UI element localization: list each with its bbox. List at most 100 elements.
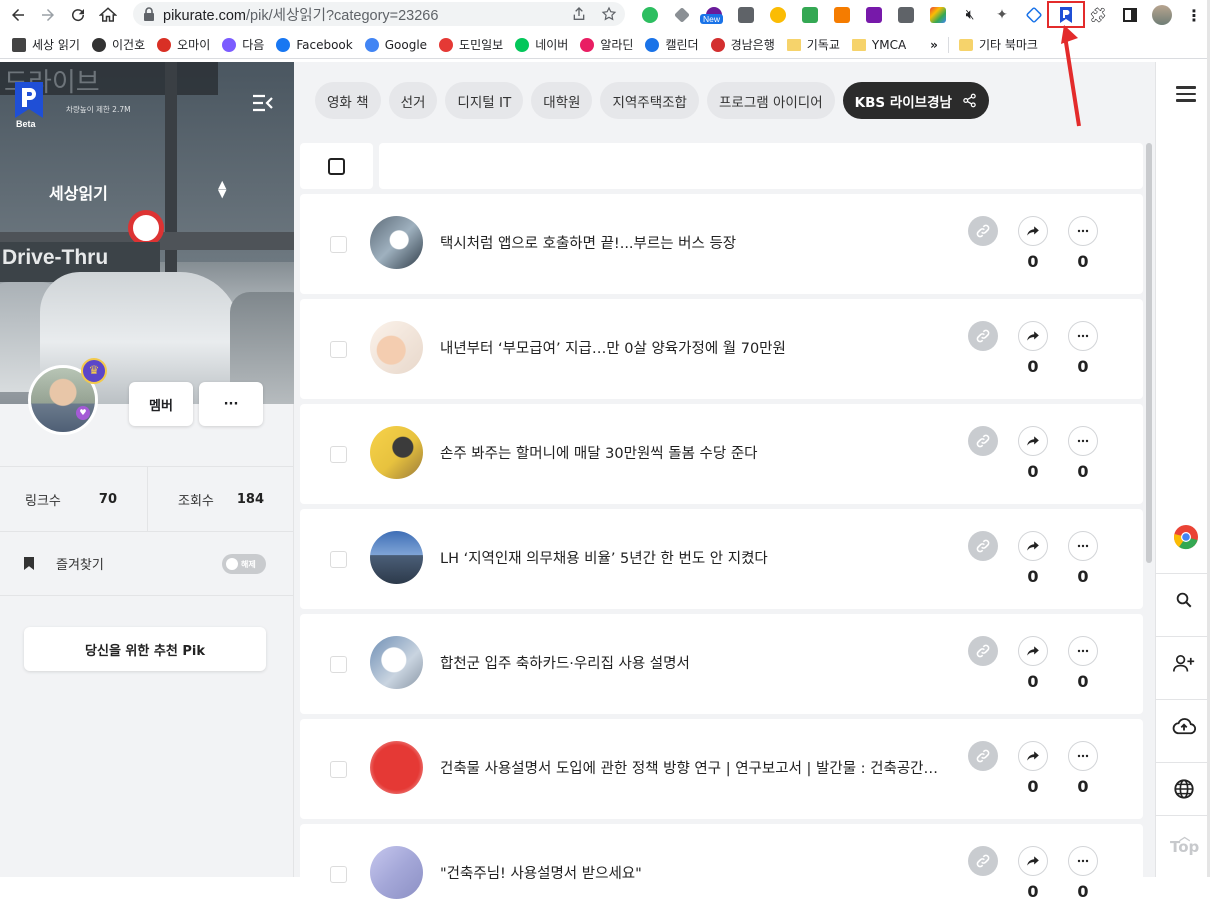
bookmark-item[interactable]: YMCA xyxy=(846,33,912,57)
keep-extension[interactable] xyxy=(762,0,794,30)
share-page-icon[interactable] xyxy=(571,6,587,22)
link-title[interactable]: 손주 봐주는 할머니에 매달 30만원씩 돌봄 수당 준다 xyxy=(440,442,940,463)
sidebar-collapse-button[interactable] xyxy=(252,94,274,112)
link-item[interactable]: 손주 봐주는 할머니에 매달 30만원씩 돌봄 수당 준다 0 0 xyxy=(300,404,1143,504)
bird-extension[interactable]: ✦ xyxy=(986,0,1018,30)
comment-button[interactable] xyxy=(1068,216,1098,246)
copy-link-button[interactable] xyxy=(968,321,998,351)
copy-link-button[interactable] xyxy=(968,741,998,771)
item-checkbox[interactable] xyxy=(330,761,347,778)
item-checkbox[interactable] xyxy=(330,866,347,883)
layers-extension[interactable] xyxy=(1018,0,1050,30)
link-title[interactable]: 합천군 입주 축하카드·우리집 사용 설명서 xyxy=(440,652,940,673)
hamburger-menu-icon[interactable] xyxy=(1176,86,1196,102)
mute-extension[interactable]: 🔇︎ xyxy=(954,0,986,30)
link-title[interactable]: "건축주님! 사용설명서 받으세요" xyxy=(440,862,940,883)
bookmarks-overflow-button[interactable]: » xyxy=(924,33,944,57)
copy-link-button[interactable] xyxy=(968,531,998,561)
bookmark-item[interactable]: 다음 xyxy=(216,33,270,57)
category-title[interactable]: 세상읽기 xyxy=(49,180,108,204)
thumbnail[interactable] xyxy=(370,216,423,269)
link-title[interactable]: 택시처럼 앱으로 호출하면 끝!...부르는 버스 등장 xyxy=(440,232,940,253)
link-item[interactable]: LH ‘지역인재 의무채용 비율’ 5년간 한 번도 안 지켰다 0 0 xyxy=(300,509,1143,609)
member-button[interactable]: 멤버 xyxy=(129,382,193,426)
category-tag[interactable]: 프로그램 아이디어 xyxy=(706,82,835,119)
thumbnail[interactable] xyxy=(370,426,423,479)
share-button[interactable] xyxy=(1018,216,1048,246)
pikurate-logo[interactable]: Beta xyxy=(12,80,46,132)
other-bookmarks-folder[interactable]: 기타 북마크 xyxy=(953,33,1044,57)
bookmark-item[interactable]: Google xyxy=(359,33,433,57)
language-button[interactable] xyxy=(1156,762,1210,814)
link-title[interactable]: LH ‘지역인재 의무채용 비율’ 5년간 한 번도 안 지켰다 xyxy=(440,547,940,568)
select-all-checkbox[interactable] xyxy=(328,157,345,175)
copy-link-button[interactable] xyxy=(968,426,998,456)
upload-button[interactable] xyxy=(1156,699,1210,751)
item-checkbox[interactable] xyxy=(330,341,347,358)
link-title[interactable]: 건축물 사용설명서 도입에 관한 정책 방향 연구 | 연구보고서 | 발간물 … xyxy=(440,757,940,778)
share-button[interactable] xyxy=(1018,846,1048,876)
share-icon[interactable] xyxy=(962,93,977,108)
link-item[interactable]: 건축물 사용설명서 도입에 관한 정책 방향 연구 | 연구보고서 | 발간물 … xyxy=(300,719,1143,819)
share-button[interactable] xyxy=(1018,741,1048,771)
extension-grey-1[interactable] xyxy=(730,0,762,30)
category-switch-icon[interactable]: ▲ ▼ xyxy=(218,179,226,199)
bookmark-item[interactable]: 네이버 xyxy=(509,33,574,57)
recommended-pik-button[interactable]: 당신을 위한 추천 Pik xyxy=(24,627,266,671)
category-tag[interactable]: 선거 xyxy=(388,82,438,119)
address-bar[interactable]: pikurate.com/pik/세상읽기?category=23266 xyxy=(133,2,625,26)
home-button[interactable] xyxy=(93,1,123,29)
bookmark-item[interactable]: 캘린더 xyxy=(639,33,704,57)
bookmark-item[interactable]: Facebook xyxy=(270,33,358,57)
onenote-extension[interactable] xyxy=(858,0,890,30)
bookmark-item[interactable]: 경남은행 xyxy=(705,33,781,57)
thumbnail[interactable] xyxy=(370,636,423,689)
screen-extension[interactable] xyxy=(794,0,826,30)
category-tag[interactable]: 대학원 xyxy=(531,82,593,119)
chrome-icon[interactable] xyxy=(1173,524,1199,550)
list-scrollbar[interactable] xyxy=(1146,143,1152,563)
favorites-toggle[interactable]: 해제 xyxy=(222,554,266,574)
item-checkbox[interactable] xyxy=(330,551,347,568)
star-bookmark-icon[interactable] xyxy=(601,6,617,22)
category-tag[interactable]: 지역주택조합 xyxy=(600,82,699,119)
bookmark-item[interactable]: 기독교 xyxy=(781,33,846,57)
thumbnail[interactable] xyxy=(370,846,423,899)
side-panel-button[interactable] xyxy=(1114,0,1146,30)
thumbnail[interactable] xyxy=(370,321,423,374)
category-tag[interactable]: 디지털 IT xyxy=(445,82,524,119)
forward-button[interactable] xyxy=(33,1,63,29)
extension-grey-2[interactable] xyxy=(890,0,922,30)
evernote-extension[interactable] xyxy=(634,0,666,30)
comment-button[interactable] xyxy=(1068,846,1098,876)
comment-button[interactable] xyxy=(1068,426,1098,456)
share-button[interactable] xyxy=(1018,636,1048,666)
category-tag[interactable]: 영화 책 xyxy=(315,82,381,119)
link-title[interactable]: 내년부터 ‘부모급여’ 지급…만 0살 양육가정에 월 70만원 xyxy=(440,337,940,358)
copy-link-button[interactable] xyxy=(968,216,998,246)
chrome-menu-button[interactable]: ⋮ xyxy=(1178,0,1210,30)
bookmark-item[interactable]: 알라딘 xyxy=(574,33,639,57)
color-extension[interactable] xyxy=(922,0,954,30)
back-button[interactable] xyxy=(3,1,33,29)
bookmark-item[interactable]: 세상 읽기 xyxy=(6,33,86,57)
new-extension[interactable]: New xyxy=(698,0,730,30)
share-button[interactable] xyxy=(1018,531,1048,561)
link-item[interactable]: "건축주님! 사용설명서 받으세요" 0 0 xyxy=(300,824,1143,924)
add-user-button[interactable] xyxy=(1156,636,1210,688)
copy-link-button[interactable] xyxy=(968,846,998,876)
bookmark-item[interactable]: 도민일보 xyxy=(433,33,509,57)
item-checkbox[interactable] xyxy=(330,236,347,253)
comment-button[interactable] xyxy=(1068,741,1098,771)
category-tag[interactable]: KBS 라이브경남 xyxy=(842,82,989,119)
bookmark-item[interactable]: 오마이 xyxy=(151,33,216,57)
thumbnail[interactable] xyxy=(370,741,423,794)
share-button[interactable] xyxy=(1018,321,1048,351)
link-item[interactable]: 택시처럼 앱으로 호출하면 끝!...부르는 버스 등장 0 0 xyxy=(300,194,1143,294)
item-checkbox[interactable] xyxy=(330,656,347,673)
reload-button[interactable] xyxy=(63,1,93,29)
copy-link-button[interactable] xyxy=(968,636,998,666)
link-item[interactable]: 내년부터 ‘부모급여’ 지급…만 0살 양육가정에 월 70만원 0 0 xyxy=(300,299,1143,399)
search-button[interactable] xyxy=(1156,573,1210,625)
item-checkbox[interactable] xyxy=(330,446,347,463)
